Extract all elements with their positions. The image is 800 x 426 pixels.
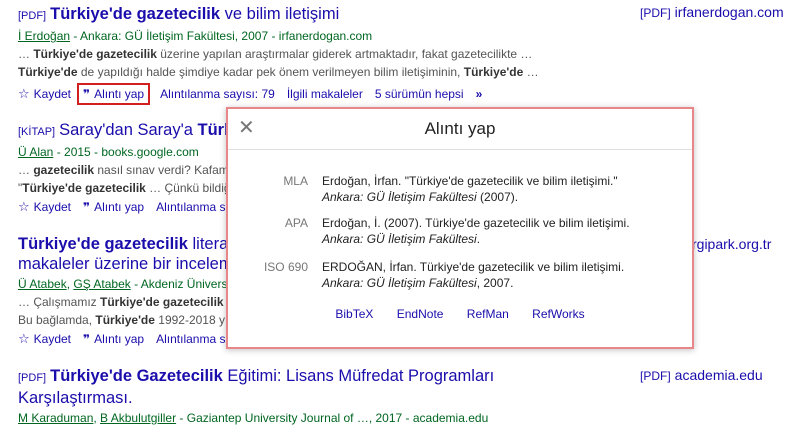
save-button[interactable]: ☆ Kaydet xyxy=(18,86,71,102)
right-source-link[interactable]: rgipark.org.tr xyxy=(692,236,771,252)
endnote-link[interactable]: EndNote xyxy=(397,307,444,321)
result-1: [PDF] Türkiye'de gazetecilik ve bilim ile… xyxy=(18,4,539,105)
snippet-line: … Türkiye'de gazetecilik üzerine yapılan… xyxy=(18,47,533,61)
quote-icon: ❞ xyxy=(83,332,91,346)
result-actions: ☆ Kaydet ❞ Alıntı yap Alıntılanma sayısı: … xyxy=(18,83,539,105)
result-meta: İ Erdoğan - Ankara: GÜ İletişim Fakültes… xyxy=(18,29,373,43)
citation-text[interactable]: Erdoğan, İ. (2007). Türkiye'de gazetecil… xyxy=(322,215,652,247)
star-icon: ☆ xyxy=(18,331,30,346)
author-link[interactable]: M Karaduman xyxy=(18,411,93,425)
result-title[interactable]: [PDF] Türkiye'de Gazetecilik Eğitimi: Lis… xyxy=(18,366,494,388)
star-icon: ☆ xyxy=(18,86,30,101)
result-title[interactable]: Türkiye'de gazetecilik literatü xyxy=(18,234,242,254)
snippet-line: Bu bağlamda, Türkiye'de 1992-2018 yıl xyxy=(18,313,231,327)
save-button[interactable]: ☆ Kaydet xyxy=(18,199,71,215)
related-articles-link[interactable]: İlgili makaleler xyxy=(287,86,363,102)
cited-by-link[interactable]: Alıntılanma s xyxy=(156,199,225,215)
result-4: [PDF] Türkiye'de Gazetecilik Eğitimi: Lis… xyxy=(18,366,494,426)
refman-link[interactable]: RefMan xyxy=(467,307,509,321)
result-title-line2[interactable]: Karşılaştırması. xyxy=(18,388,494,408)
result-actions: ☆ Kaydet ❞ Alıntı yap Alıntılanma s xyxy=(18,199,247,215)
result-title[interactable]: [KİTAP] Saray'dan Saray'a Türkiy xyxy=(18,120,247,142)
dialog-header: ✕ Alıntı yap xyxy=(228,109,692,150)
result-actions: ☆ Kaydet ❞ Alıntı yap Alıntılanma s xyxy=(18,331,242,347)
export-links: BibTeX EndNote RefMan RefWorks xyxy=(228,307,692,321)
all-versions-link[interactable]: 5 sürümün hepsi xyxy=(375,86,464,102)
dialog-title: Alıntı yap xyxy=(424,119,496,138)
pdf-tag: [PDF] xyxy=(18,372,47,384)
citation-text[interactable]: Erdoğan, İrfan. "Türkiye'de gazetecilik … xyxy=(322,173,652,205)
result-3: Türkiye'de gazetecilik literatü makalele… xyxy=(18,234,242,347)
author-link[interactable]: B Akbulutgiller xyxy=(100,411,176,425)
right-pdf-link[interactable]: [PDF] academia.edu xyxy=(640,367,763,383)
pdf-tag: [PDF] xyxy=(18,10,47,22)
result-title[interactable]: [PDF] Türkiye'de gazetecilik ve bilim ile… xyxy=(18,4,539,26)
bibtex-link[interactable]: BibTeX xyxy=(335,307,373,321)
author-link[interactable]: Ü Atabek xyxy=(18,277,67,291)
save-button[interactable]: ☆ Kaydet xyxy=(18,331,71,347)
right-pdf-link[interactable]: [PDF] irfanerdogan.com xyxy=(640,4,784,20)
citation-text[interactable]: ERDOĞAN, İrfan. Türkiye'de gazetecilik v… xyxy=(322,259,652,291)
double-chevron-icon[interactable]: » xyxy=(476,86,483,102)
result-title-line2[interactable]: makaleler üzerine bir inceleme xyxy=(18,254,242,274)
refworks-link[interactable]: RefWorks xyxy=(532,307,584,321)
star-icon: ☆ xyxy=(18,199,30,214)
author-link[interactable]: Ü Alan xyxy=(18,145,53,159)
cite-button[interactable]: ❞ Alıntı yap xyxy=(77,83,151,105)
citation-label: ISO 690 xyxy=(263,260,308,274)
snippet-line: … gazetecilik nasıl sınav verdi? Kafam xyxy=(18,163,229,177)
snippet-line: "Türkiye'de gazetecilik … Çünkü bildiğ xyxy=(18,181,231,195)
result-meta: Ü Alan - 2015 - books.google.com xyxy=(18,145,199,159)
result-meta: M Karaduman, B Akbulutgiller - Gaziantep… xyxy=(18,411,489,425)
author-link[interactable]: GŞ Atabek xyxy=(73,277,130,291)
cite-button[interactable]: ❞ Alıntı yap xyxy=(83,331,144,347)
author-link[interactable]: İ Erdoğan xyxy=(18,29,70,43)
result-2: [KİTAP] Saray'dan Saray'a Türkiy Ü Alan -… xyxy=(18,120,247,215)
cited-by-link[interactable]: Alıntılanma sayısı: 79 xyxy=(160,86,275,102)
snippet-line: Türkiye'de de yapıldığı halde şimdiye ka… xyxy=(18,65,539,79)
snippet-line: … Çalışmamız Türkiye'de gazetecilik li xyxy=(18,295,232,309)
quote-icon: ❞ xyxy=(83,200,91,214)
result-meta: Ü Atabek, GŞ Atabek - Akdeniz Üniversi xyxy=(18,277,231,291)
cite-button[interactable]: ❞ Alıntı yap xyxy=(83,199,144,215)
book-tag: [KİTAP] xyxy=(18,126,56,138)
cite-dialog: ✕ Alıntı yap MLA Erdoğan, İrfan. "Türkiy… xyxy=(226,107,694,349)
citation-label: APA xyxy=(284,216,308,230)
quote-icon: ❞ xyxy=(83,87,91,101)
cited-by-link[interactable]: Alıntılanma s xyxy=(156,331,225,347)
citation-label: MLA xyxy=(283,174,308,188)
